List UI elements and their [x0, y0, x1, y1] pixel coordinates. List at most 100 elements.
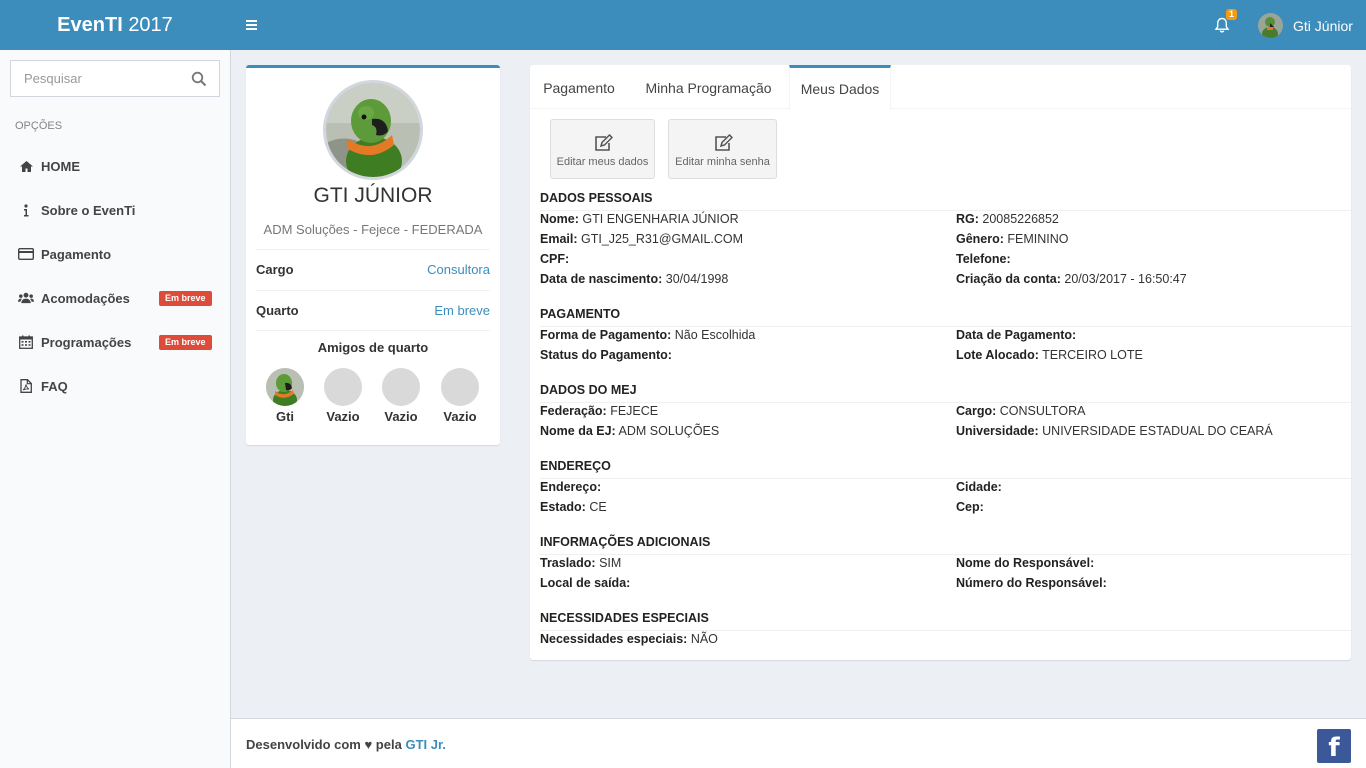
profile-name: GTI JÚNIOR — [313, 184, 433, 207]
profile-row-quarto: Quarto Em breve — [256, 290, 490, 330]
quarto-link[interactable]: Em breve — [434, 303, 490, 318]
field-value: FEJECE — [610, 404, 659, 418]
sidebar-item-programacoes[interactable]: Programações Em breve — [0, 320, 230, 364]
field-label: Lote Alocado: — [956, 348, 1039, 362]
sidebar-item-label: Acomodações — [41, 290, 130, 306]
sidebar-item-pagamento[interactable]: Pagamento — [0, 232, 230, 276]
tab-meus-dados[interactable]: Meus Dados — [789, 65, 891, 110]
home-icon — [18, 158, 34, 174]
section-title-endereco: ENDEREÇO — [540, 459, 1351, 479]
field-label: Nome do Responsável: — [956, 556, 1095, 570]
sidebar-item-acomodacoes[interactable]: Acomodações Em breve — [0, 276, 230, 320]
app-logo[interactable]: EvenTI 2017 — [0, 0, 230, 50]
sidebar-item-label: Pagamento — [41, 246, 112, 262]
field-value: 30/04/1998 — [665, 272, 729, 286]
section-title-pagamento: PAGAMENTO — [540, 307, 1351, 327]
sidebar-toggle-button[interactable] — [240, 13, 264, 37]
field-value: 20/03/2017 - 16:50:47 — [1064, 272, 1187, 286]
sidebar-item-home[interactable]: HOME — [0, 144, 230, 188]
edit-icon — [714, 134, 733, 151]
field-label: Nome: — [540, 212, 579, 226]
field-estado: Estado: CE — [540, 500, 607, 514]
tab-minha-programacao[interactable]: Minha Programação — [636, 65, 781, 109]
logo-name: EvenTI — [57, 14, 123, 36]
field-cidade: Cidade: — [956, 480, 1002, 494]
field-value: ADM SOLUÇÕES — [618, 424, 720, 438]
roommate-item[interactable]: Gti — [263, 368, 307, 424]
section-title-informacoes-adicionais: INFORMAÇÕES ADICIONAIS — [540, 535, 1351, 555]
user-name: Gti Júnior — [1293, 17, 1353, 34]
field-federacao: Federação: FEJECE — [540, 404, 658, 418]
sidebar-item-faq[interactable]: FAQ — [0, 364, 230, 408]
cargo-link[interactable]: Consultora — [427, 262, 490, 277]
field-label: Universidade: — [956, 424, 1039, 438]
user-menu[interactable]: Gti Júnior — [1258, 13, 1353, 38]
field-value: Não Escolhida — [674, 328, 756, 342]
field-forma-pagamento: Forma de Pagamento: Não Escolhida — [540, 328, 755, 342]
section-title-necessidades-especiais: NECESSIDADES ESPECIAIS — [540, 611, 1351, 631]
cargo-label: Cargo — [256, 262, 294, 277]
sidebar: OPÇÕES HOME Sobre o EvenTi Pagamento Aco… — [0, 50, 231, 768]
field-label: CPF: — [540, 252, 570, 266]
field-value: FEMININO — [1007, 232, 1069, 246]
profile-subtitle: ADM Soluções - Fejece - FEDERADA — [263, 222, 483, 237]
field-value: GTI ENGENHARIA JÚNIOR — [582, 212, 739, 226]
search-icon[interactable] — [191, 71, 207, 87]
field-label: Federação: — [540, 404, 607, 418]
roommate-name: Vazio — [326, 409, 360, 424]
roommate-name: Vazio — [443, 409, 477, 424]
gti-link[interactable]: GTI Jr. — [405, 737, 445, 752]
field-endereco: Endereço: — [540, 480, 601, 494]
field-label: Número do Responsável: — [956, 576, 1107, 590]
section-title-dados-pessoais: DADOS PESSOAIS — [540, 191, 1351, 211]
hamburger-line — [246, 28, 257, 30]
roommates-title: Amigos de quarto — [317, 340, 429, 355]
roommate-avatar-empty — [382, 368, 420, 406]
sidebar-menu: HOME Sobre o EvenTi Pagamento Acomodaçõe… — [0, 144, 230, 408]
roommate-item[interactable]: Vazio — [321, 368, 365, 424]
sidebar-item-label: HOME — [41, 158, 80, 174]
field-cargo: Cargo: CONSULTORA — [956, 404, 1085, 418]
field-label: Local de saída: — [540, 576, 631, 590]
field-nome-responsavel: Nome do Responsável: — [956, 556, 1094, 570]
field-data-nascimento: Data de nascimento: 30/04/1998 — [540, 272, 728, 286]
field-value: CONSULTORA — [999, 404, 1086, 418]
field-label: Gênero: — [956, 232, 1004, 246]
edit-data-button[interactable]: Editar meus dados — [550, 119, 655, 179]
field-data-pagamento: Data de Pagamento: — [956, 328, 1076, 342]
user-data-panel: Pagamento Minha Programação Meus Dados E… — [530, 65, 1351, 660]
field-email: Email: GTI_J25_R31@GMAIL.COM — [540, 232, 743, 246]
roommate-item[interactable]: Vazio — [379, 368, 423, 424]
sidebar-item-sobre[interactable]: Sobre o EvenTi — [0, 188, 230, 232]
search-input[interactable] — [11, 61, 181, 96]
footer-text: Desenvolvido com ♥ pela — [246, 737, 402, 752]
tab-bar: Pagamento Minha Programação Meus Dados — [530, 65, 1351, 110]
field-necessidades-especiais: Necessidades especiais: NÃO — [540, 632, 718, 646]
field-label: Endereço: — [540, 480, 602, 494]
field-label: Forma de Pagamento: — [540, 328, 672, 342]
edit-icon — [594, 134, 613, 151]
field-label: Data de nascimento: — [540, 272, 663, 286]
field-label: Data de Pagamento: — [956, 328, 1077, 342]
profile-card: GTI JÚNIOR ADM Soluções - Fejece - FEDER… — [246, 65, 500, 445]
users-icon — [18, 290, 34, 306]
quarto-label: Quarto — [256, 303, 299, 318]
field-label: Necessidades especiais: — [540, 632, 688, 646]
roommate-item[interactable]: Vazio — [438, 368, 482, 424]
field-value: CE — [589, 500, 607, 514]
roommate-avatar-empty — [441, 368, 479, 406]
sidebar-section-label: OPÇÕES — [15, 120, 63, 132]
facebook-icon[interactable]: f — [1317, 729, 1351, 763]
field-rg: RG: 20085226852 — [956, 212, 1059, 226]
field-label: Traslado: — [540, 556, 596, 570]
field-cep: Cep: — [956, 500, 984, 514]
roommate-avatar-empty — [324, 368, 362, 406]
tab-pagamento[interactable]: Pagamento — [530, 65, 628, 109]
field-genero: Gênero: FEMININO — [956, 232, 1069, 246]
field-nome-ej: Nome da EJ: ADM SOLUÇÕES — [540, 424, 719, 438]
edit-password-button[interactable]: Editar minha senha — [668, 119, 777, 179]
roommate-name: Vazio — [384, 409, 418, 424]
profile-avatar — [323, 80, 423, 180]
field-label: Nome da EJ: — [540, 424, 616, 438]
field-universidade: Universidade: UNIVERSIDADE ESTADUAL DO C… — [956, 424, 1273, 438]
